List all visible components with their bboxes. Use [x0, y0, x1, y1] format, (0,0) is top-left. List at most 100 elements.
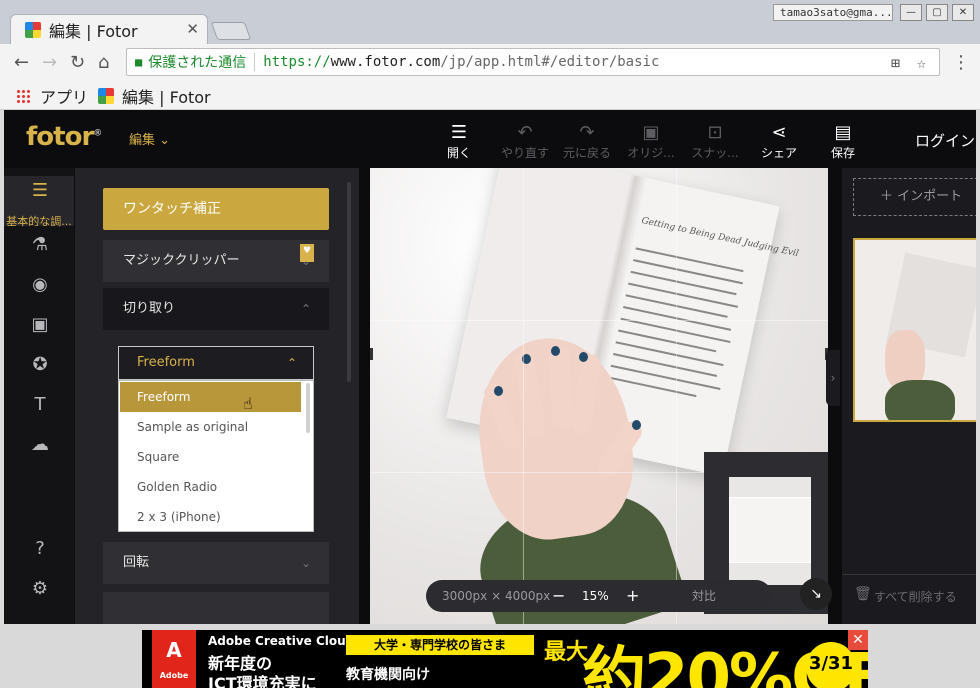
redo-icon: ↶	[517, 122, 533, 143]
address-bar[interactable]: ■ 保護された通信 https:// www.fotor.com /jp/app…	[126, 48, 940, 76]
crop-option[interactable]: Golden Radio	[119, 472, 313, 502]
logo-text: fotor	[26, 122, 94, 152]
trash-icon[interactable]: 🗑	[854, 586, 872, 602]
back-icon[interactable]: ←	[14, 52, 29, 73]
crop-label: 切り取り	[123, 301, 176, 316]
book-text-line	[630, 270, 737, 296]
maximize-button[interactable]: ▢	[926, 4, 948, 21]
settings-icon[interactable]: ⚙	[28, 578, 52, 599]
delete-all-button[interactable]: すべて削除する	[874, 588, 957, 605]
tool-share[interactable]: ⋖ シェア	[748, 122, 810, 161]
ad-line-3: ICT環境充実に	[208, 674, 317, 688]
tab-close-icon[interactable]: ✕	[186, 20, 199, 38]
bookmark-apps[interactable]: アプリ	[16, 84, 88, 108]
book-text-line	[618, 329, 717, 353]
collapse-panel-icon[interactable]: ›	[826, 350, 840, 406]
apps-grid-icon	[16, 89, 30, 103]
chevron-up-icon: ⌃	[300, 302, 311, 316]
panel-scrollbar[interactable]	[347, 182, 351, 382]
home-icon[interactable]: ⌂	[98, 52, 109, 73]
import-button[interactable]: ＋ インポート	[853, 178, 976, 216]
ad-bar: A Adobe Adobe Creative Cloud 新年度の ICT環境充実…	[0, 624, 980, 688]
frame-icon[interactable]: ▣	[28, 314, 52, 335]
tool-label: 保存	[830, 146, 855, 160]
image-thumbnail[interactable]	[853, 238, 976, 422]
crop-ratio-value: Freeform	[137, 355, 195, 370]
tool-snapshot[interactable]: ⊡ スナッ...	[684, 122, 746, 161]
dropdown-scrollbar[interactable]	[306, 383, 310, 433]
lock-icon: ■	[135, 55, 143, 69]
crop-handle-left[interactable]	[370, 348, 373, 360]
ad-line-4: 教育機関向け	[346, 667, 430, 683]
tool-original[interactable]: ▣ オリジ...	[620, 122, 682, 161]
edit-menu[interactable]: 編集 ⌄	[129, 129, 170, 148]
zoom-value: 15%	[582, 589, 609, 603]
book-text-line	[623, 306, 732, 331]
crop-option[interactable]: Freeform	[120, 382, 301, 412]
crop-option[interactable]: Sample as original	[119, 412, 313, 442]
sliders-icon: ☰	[31, 180, 49, 201]
login-button[interactable]: ログイン	[915, 130, 975, 151]
url-path: /jp/app.html#/editor/basic	[440, 54, 660, 70]
photo-nail	[632, 420, 641, 430]
browser-menu-icon[interactable]: ⋮	[952, 52, 970, 73]
sticker-icon[interactable]: ✪	[28, 354, 52, 375]
tool-label: スナッ...	[691, 146, 739, 160]
crop-item[interactable]: 切り取り ⌃	[103, 288, 329, 330]
rail-item-basic-label: 基本的な調...	[6, 215, 72, 228]
adobe-ad-banner[interactable]: A Adobe Adobe Creative Cloud 新年度の ICT環境充実…	[142, 630, 868, 688]
flask-icon[interactable]: ⚗	[28, 234, 52, 255]
new-tab-button[interactable]	[210, 22, 252, 40]
profile-chip[interactable]: tamao3sato@gma...	[773, 4, 893, 21]
close-window-button[interactable]: ✕	[952, 4, 974, 21]
share-icon: ⋖	[771, 122, 787, 143]
logo-mark: ®	[93, 128, 102, 139]
secure-label: 保護された通信	[148, 55, 247, 71]
hand-cursor-icon: ☝	[243, 394, 253, 413]
photo-nail	[551, 346, 560, 356]
right-panel-divider	[842, 574, 976, 575]
one-touch-button[interactable]: ワンタッチ補正	[103, 188, 329, 230]
snapshot-icon: ⊡	[707, 122, 723, 143]
zoom-out-icon[interactable]: −	[552, 580, 565, 612]
crop-option[interactable]: 2 x 3 (iPhone)	[119, 502, 313, 531]
navigator-viewport[interactable]	[729, 497, 811, 563]
ad-close-icon[interactable]: ✕	[848, 630, 868, 650]
chevron-down-icon: ⌄	[300, 254, 311, 268]
bookmark-star-icon[interactable]: ☆	[917, 54, 926, 72]
forward-icon[interactable]: →	[42, 52, 57, 73]
rotate-item[interactable]: 回転 ⌄	[103, 542, 329, 584]
browser-toolbar: ← → ↻ ⌂ ■ 保護された通信 https:// www.fotor.com…	[0, 44, 980, 80]
minimize-button[interactable]: —	[900, 4, 922, 21]
fotor-logo[interactable]: fotor®	[26, 122, 102, 152]
crop-ratio-select[interactable]: Freeform ⌃	[118, 346, 314, 380]
cloud-upload-icon[interactable]: ☁	[28, 434, 52, 455]
magic-clipper-item[interactable]: マジッククリッパー ♥ ⌄	[103, 240, 329, 282]
tool-undo[interactable]: ↷ 元に戻る	[556, 122, 618, 161]
bookmark-fotor[interactable]: 編集 | Fotor	[98, 84, 211, 108]
browser-tab[interactable]: 編集 | Fotor ✕	[10, 14, 208, 44]
bookmark-fotor-label: 編集 | Fotor	[122, 88, 211, 107]
tool-label: オリジ...	[627, 146, 675, 160]
tool-label: 開く	[446, 146, 471, 160]
translate-icon[interactable]: ⊞	[891, 54, 900, 72]
compare-button[interactable]: 対比	[692, 580, 716, 612]
eye-icon[interactable]: ◉	[28, 274, 52, 295]
tool-menu[interactable]: ☰ 開く	[428, 122, 490, 161]
expand-icon[interactable]: ↘	[800, 578, 832, 610]
undo-icon: ↷	[579, 122, 595, 143]
book-text-line	[613, 352, 718, 377]
next-section-item[interactable]	[103, 592, 329, 624]
text-icon[interactable]: T	[28, 394, 52, 415]
tool-save[interactable]: ▤ 保存	[812, 122, 874, 161]
book-text-line	[610, 364, 721, 390]
rail-item-basic[interactable]: ☰ 基本的な調...	[4, 176, 74, 228]
reload-icon[interactable]: ↻	[70, 52, 85, 73]
right-panel: ＋ インポート 🗑 すべて削除する	[842, 168, 976, 624]
zoom-in-icon[interactable]: +	[626, 580, 639, 612]
tool-label: シェア	[760, 146, 797, 160]
crop-option[interactable]: Square	[119, 442, 313, 472]
help-icon[interactable]: ?	[28, 538, 52, 559]
tool-redo[interactable]: ↶ やり直す	[494, 122, 556, 161]
adobe-logo: A Adobe	[152, 630, 196, 688]
